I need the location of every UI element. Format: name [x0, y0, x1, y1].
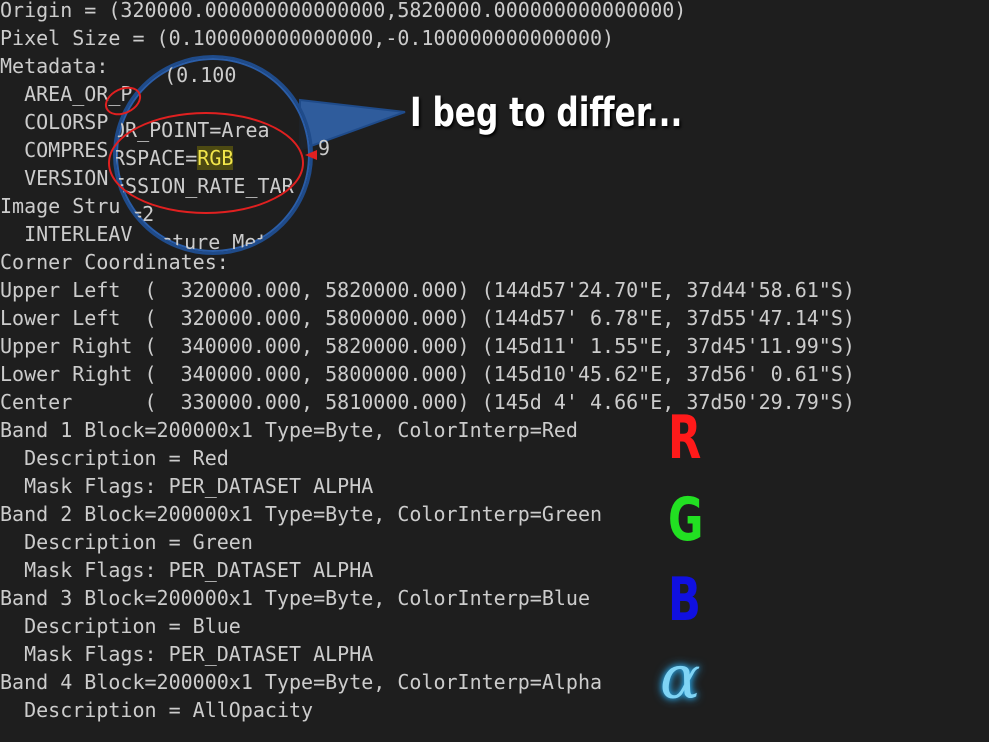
- terminal-line-colorspace: COLORSP: [0, 110, 109, 134]
- alpha-symbol-annotation: α: [660, 643, 701, 713]
- terminal-line-band1: Band 1 Block=200000x1 Type=Byte, ColorIn…: [0, 418, 578, 442]
- terminal-line-upper-left: Upper Left ( 320000.000, 5820000.000) (1…: [0, 278, 855, 302]
- callout-text: I beg to differ...: [410, 90, 683, 136]
- terminal-line-image-structure: Image Stru: [0, 194, 121, 218]
- red-ring-colorspace: [108, 112, 304, 214]
- terminal-line-band2-description: Description = Green: [0, 530, 253, 554]
- terminal-line-lower-right: Lower Right ( 340000.000, 5800000.000) (…: [0, 362, 855, 386]
- terminal-line-band3: Band 3 Block=200000x1 Type=Byte, ColorIn…: [0, 586, 591, 610]
- terminal-line-compression: COMPRES: [0, 138, 109, 162]
- terminal-line-band2-mask: Mask Flags: PER_DATASET ALPHA: [0, 558, 374, 582]
- red-arrow-icon: [305, 150, 317, 160]
- terminal-line-band1-mask: Mask Flags: PER_DATASET ALPHA: [0, 474, 374, 498]
- terminal-line-pixel-size: Pixel Size = (0.100000000000000,-0.10000…: [0, 26, 615, 50]
- terminal-line-interleave: INTERLEAV: [0, 222, 133, 246]
- terminal-line-origin: Origin = (320000.000000000000000,5820000…: [0, 0, 687, 22]
- magnifier-line-structure: ucture Met: [148, 230, 269, 254]
- terminal-line-band3-description: Description = Blue: [0, 614, 241, 638]
- red-letter-annotation: R: [668, 403, 702, 473]
- terminal-line-band2: Band 2 Block=200000x1 Type=Byte, ColorIn…: [0, 502, 603, 526]
- terminal-line-band4: Band 4 Block=200000x1 Type=Byte, ColorIn…: [0, 670, 603, 694]
- terminal-line-version: VERSION: [0, 166, 109, 190]
- terminal-line-band4-description: Description = AllOpacity: [0, 698, 314, 722]
- blue-letter-annotation: B: [668, 565, 701, 635]
- terminal-line-band1-description: Description = Red: [0, 446, 229, 470]
- trailing-fragment: 9: [318, 136, 331, 160]
- terminal-line-upper-right: Upper Right ( 340000.000, 5820000.000) (…: [0, 334, 855, 358]
- green-letter-annotation: G: [668, 485, 704, 555]
- terminal-line-center: Center ( 330000.000, 5810000.000) (145d …: [0, 390, 855, 414]
- magnifier-line-top: = (0.100: [128, 63, 237, 87]
- terminal-line-band3-mask: Mask Flags: PER_DATASET ALPHA: [0, 642, 374, 666]
- terminal-line-lower-left: Lower Left ( 320000.000, 5800000.000) (1…: [0, 306, 855, 330]
- terminal-line-metadata: Metadata:: [0, 54, 109, 78]
